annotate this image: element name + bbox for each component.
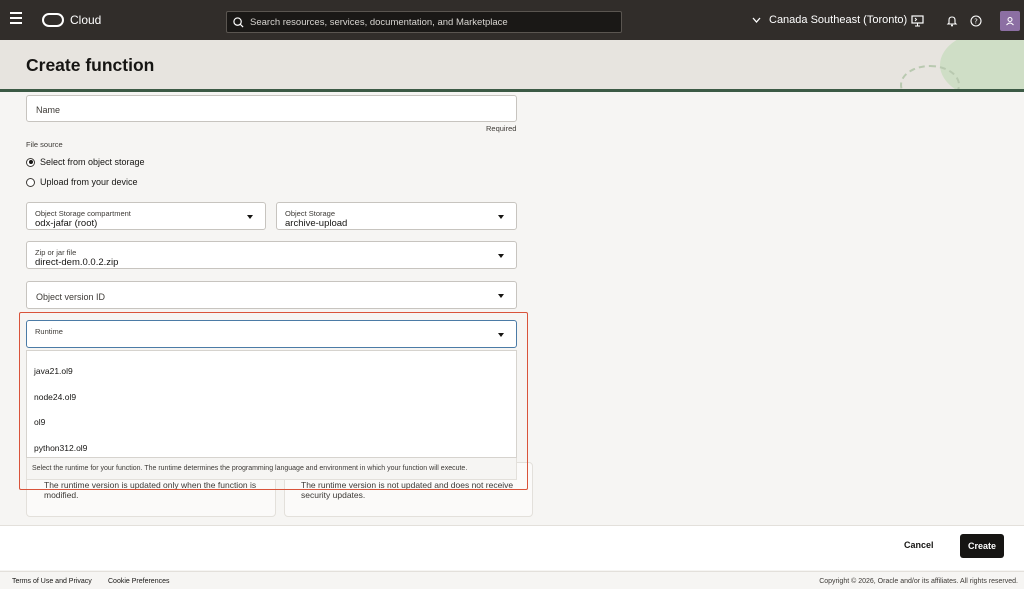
caret-down-icon bbox=[498, 215, 504, 219]
compartment-select[interactable]: Object Storage compartment odx-jafar (ro… bbox=[26, 202, 266, 230]
copyright-text: Copyright © 2026, Oracle and/or its affi… bbox=[819, 578, 1018, 585]
caret-down-icon bbox=[247, 215, 253, 219]
top-navigation-bar: Cloud Search resources, services, docume… bbox=[0, 0, 1024, 40]
cookie-preferences-link[interactable]: Cookie Preferences bbox=[108, 578, 169, 585]
object-version-select[interactable]: Object version ID bbox=[26, 281, 517, 309]
user-avatar-icon[interactable] bbox=[1000, 11, 1020, 31]
zip-file-select[interactable]: Zip or jar file direct-dem.0.0.2.zip bbox=[26, 241, 517, 269]
zip-file-label: Zip or jar file bbox=[35, 248, 77, 257]
help-icon[interactable]: ? bbox=[968, 13, 984, 29]
radio-upload-device-label: Upload from your device bbox=[40, 177, 138, 187]
chevron-down-icon bbox=[752, 17, 761, 23]
menu-icon[interactable] bbox=[10, 12, 26, 28]
notifications-bell-icon[interactable] bbox=[944, 13, 960, 29]
brand-label[interactable]: Cloud bbox=[70, 13, 101, 27]
search-icon bbox=[233, 16, 244, 28]
bucket-label: Object Storage bbox=[285, 209, 336, 218]
radio-selected-icon[interactable] bbox=[26, 157, 35, 167]
terms-link[interactable]: Terms of Use and Privacy bbox=[12, 578, 92, 585]
compartment-label: Object Storage compartment bbox=[35, 209, 131, 218]
region-label: Canada Southeast (Toronto) bbox=[769, 14, 908, 26]
cancel-button[interactable]: Cancel bbox=[904, 540, 934, 550]
file-source-label: File source bbox=[26, 140, 63, 149]
caret-down-icon bbox=[498, 294, 504, 298]
highlight-box bbox=[19, 312, 528, 490]
bucket-value: archive-upload bbox=[285, 218, 348, 229]
cloud-shell-icon[interactable] bbox=[909, 13, 925, 29]
bucket-select[interactable]: Object Storage archive-upload bbox=[276, 202, 517, 230]
region-selector[interactable]: Canada Southeast (Toronto) bbox=[752, 14, 907, 26]
radio-object-storage[interactable]: Select from object storage bbox=[26, 157, 145, 167]
oracle-logo-icon[interactable] bbox=[42, 13, 64, 27]
name-field-label: Name bbox=[36, 105, 61, 115]
search-placeholder: Search resources, services, documentatio… bbox=[250, 16, 508, 28]
caret-down-icon bbox=[498, 254, 504, 258]
name-field[interactable]: Name bbox=[26, 95, 517, 122]
radio-object-storage-label: Select from object storage bbox=[40, 157, 145, 167]
object-version-label: Object version ID bbox=[36, 292, 106, 302]
compartment-value: odx-jafar (root) bbox=[35, 218, 98, 229]
action-bar bbox=[0, 525, 1024, 570]
page-footer: Terms of Use and Privacy Cookie Preferen… bbox=[0, 571, 1024, 589]
zip-file-value: direct-dem.0.0.2.zip bbox=[35, 257, 119, 268]
page-title: Create function bbox=[26, 55, 155, 75]
create-button[interactable]: Create bbox=[960, 534, 1004, 558]
radio-upload-device[interactable]: Upload from your device bbox=[26, 177, 138, 187]
radio-unselected-icon[interactable] bbox=[26, 177, 35, 187]
svg-text:?: ? bbox=[974, 18, 978, 26]
required-hint: Required bbox=[486, 124, 517, 133]
search-input[interactable]: Search resources, services, documentatio… bbox=[226, 11, 622, 33]
